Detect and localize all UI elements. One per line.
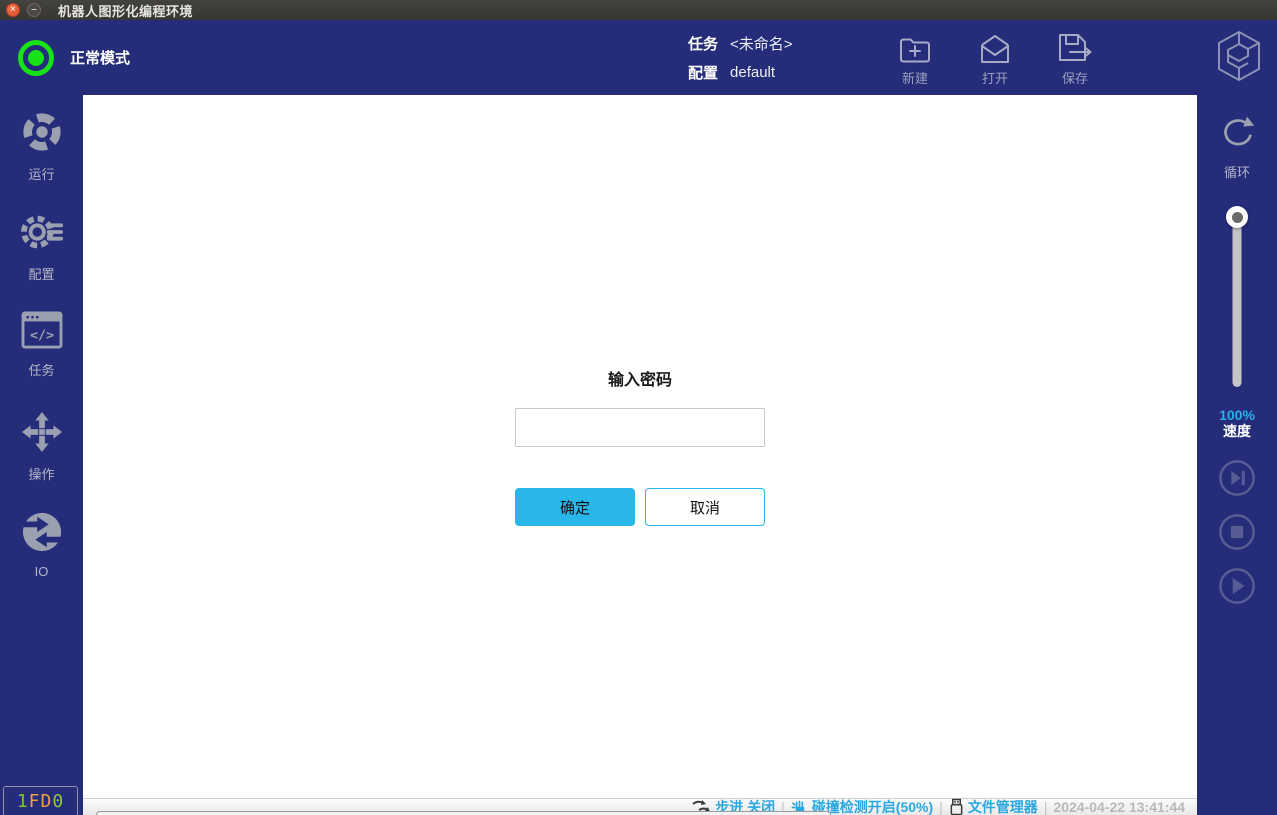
new-task-button[interactable]: 新建 bbox=[886, 27, 944, 87]
statusbar-timestamp: 2024-04-22 13:41:44 bbox=[1053, 799, 1185, 815]
task-label: 任务 bbox=[688, 33, 718, 54]
action-label: 新建 bbox=[902, 68, 928, 87]
mode-label: 正常模式 bbox=[70, 47, 130, 68]
left-sidebar: 运行 配置 </> 任务 bbox=[0, 95, 83, 815]
cycle-icon bbox=[1217, 113, 1257, 156]
sidebar-item-run[interactable]: 运行 bbox=[0, 111, 83, 183]
sidebar-item-label: IO bbox=[35, 564, 49, 579]
sidebar-item-config[interactable]: 配置 bbox=[0, 211, 83, 283]
action-label: 打开 bbox=[982, 68, 1008, 87]
save-task-button[interactable]: 保存 bbox=[1046, 27, 1104, 87]
statusbar-separator: | bbox=[1044, 799, 1048, 815]
main-content: 输入密码 确定 取消 步进 关闭 | bbox=[83, 95, 1197, 815]
sidebar-item-io[interactable]: IO bbox=[0, 511, 83, 579]
mode-status-icon bbox=[18, 40, 54, 76]
titlebar: × – 机器人图形化编程环境 bbox=[0, 0, 1277, 20]
task-value: <未命名> bbox=[730, 33, 793, 54]
speed-slider-handle[interactable] bbox=[1226, 206, 1248, 228]
io-code-char: F bbox=[29, 791, 41, 812]
config-value: default bbox=[730, 64, 775, 81]
app-window: × – 机器人图形化编程环境 正常模式 任务 <未命名> 配置 default bbox=[0, 0, 1277, 815]
password-dialog-title: 输入密码 bbox=[515, 366, 765, 390]
move-arrows-icon bbox=[21, 411, 63, 458]
gear-icon bbox=[20, 211, 64, 258]
folder-plus-icon bbox=[898, 27, 932, 65]
code-window-icon: </> bbox=[21, 311, 63, 354]
sidebar-item-label: 配置 bbox=[28, 264, 54, 283]
open-mail-icon bbox=[978, 27, 1012, 65]
io-code-char: 1 bbox=[17, 791, 29, 812]
play-button[interactable] bbox=[1218, 567, 1256, 610]
password-input[interactable] bbox=[515, 408, 765, 447]
cancel-button[interactable]: 取消 bbox=[645, 488, 765, 526]
file-actions: 新建 打开 bbox=[886, 27, 1104, 87]
file-manager-text: 文件管理器 bbox=[968, 797, 1038, 815]
io-code-char: 0 bbox=[52, 791, 64, 812]
action-label: 保存 bbox=[1062, 68, 1088, 87]
speed-label: 速度 bbox=[1197, 423, 1277, 439]
window-title: 机器人图形化编程环境 bbox=[58, 1, 193, 20]
bottom-panel-edge bbox=[96, 811, 831, 815]
speed-readout: 100% 速度 bbox=[1197, 407, 1277, 439]
loop-button[interactable]: 循环 bbox=[1197, 113, 1277, 181]
close-icon[interactable]: × bbox=[6, 3, 20, 17]
target-icon bbox=[21, 111, 63, 158]
sidebar-item-label: 操作 bbox=[28, 464, 54, 483]
open-task-button[interactable]: 打开 bbox=[966, 27, 1024, 87]
sidebar-item-task[interactable]: </> 任务 bbox=[0, 311, 83, 379]
config-label: 配置 bbox=[688, 62, 718, 83]
speed-slider[interactable] bbox=[1233, 215, 1242, 387]
file-manager-button[interactable]: 文件管理器 bbox=[949, 797, 1038, 815]
sidebar-item-label: 任务 bbox=[28, 360, 54, 379]
brand-logo-icon bbox=[1215, 29, 1263, 88]
svg-text:</>: </> bbox=[29, 329, 53, 344]
statusbar-separator: | bbox=[939, 799, 943, 815]
io-arrows-icon bbox=[21, 511, 63, 558]
io-code-char: D bbox=[41, 791, 53, 812]
sidebar-item-operate[interactable]: 操作 bbox=[0, 411, 83, 483]
ok-button[interactable]: 确定 bbox=[515, 488, 635, 526]
floppy-save-icon bbox=[1056, 27, 1094, 65]
sidebar-item-label: 运行 bbox=[28, 164, 54, 183]
io-status-indicator[interactable]: 1FD0 bbox=[3, 786, 78, 815]
right-sidebar: 循环 100% 速度 bbox=[1197, 95, 1277, 815]
speed-percent: 100% bbox=[1197, 407, 1277, 423]
loop-label: 循环 bbox=[1224, 162, 1250, 181]
step-forward-button[interactable] bbox=[1218, 459, 1256, 502]
mode-indicator[interactable]: 正常模式 bbox=[18, 20, 130, 95]
minimize-icon[interactable]: – bbox=[27, 3, 41, 17]
topnav: 正常模式 任务 <未命名> 配置 default 新建 bbox=[0, 20, 1277, 95]
task-config-info: 任务 <未命名> 配置 default bbox=[688, 29, 793, 87]
stop-button[interactable] bbox=[1218, 513, 1256, 556]
usb-drive-icon bbox=[949, 798, 964, 815]
